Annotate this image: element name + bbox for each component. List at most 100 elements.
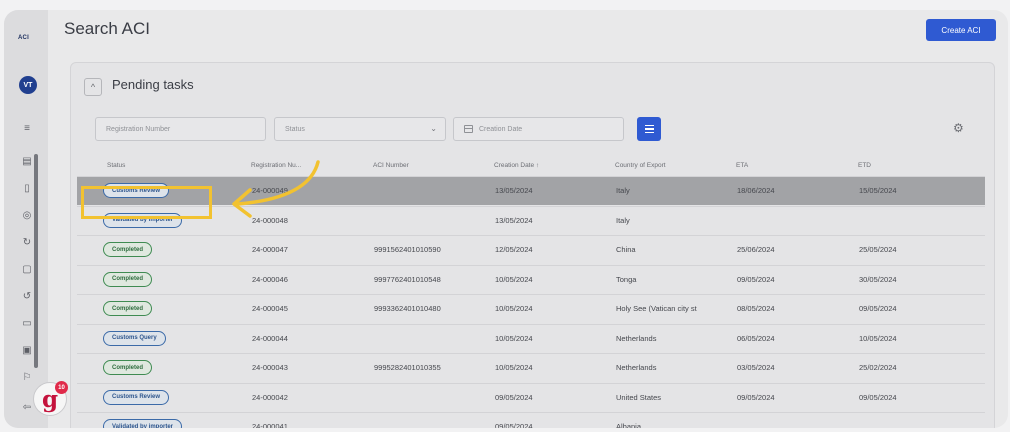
table-row[interactable]: Customs Review 24-000042 09/05/2024 United … xyxy=(77,382,985,412)
status-badge: Customs Query xyxy=(103,330,166,346)
creation-date-placeholder: Creation Date xyxy=(479,125,523,133)
cell-aci: 9993362401010480 xyxy=(374,304,441,313)
file-icon[interactable]: ▢ xyxy=(21,264,33,276)
cell-creation: 13/05/2024 xyxy=(495,186,533,195)
cell-eta: 09/05/2024 xyxy=(737,392,775,402)
cell-creation: 13/05/2024 xyxy=(495,215,533,225)
registration-number-filter[interactable]: Registration Number xyxy=(95,117,266,141)
user-avatar[interactable]: VT xyxy=(19,76,37,94)
cell-country: Netherlands xyxy=(616,333,657,343)
calendar-icon xyxy=(464,125,473,133)
document-icon[interactable]: ▯ xyxy=(21,183,33,195)
table-row[interactable]: Validated by importer 24-000041 09/05/2024… xyxy=(77,412,985,428)
cell-etd: 30/05/2024 xyxy=(859,274,897,284)
globe-icon[interactable]: ◎ xyxy=(21,210,33,222)
registration-number-placeholder: Registration Number xyxy=(106,125,171,133)
cell-reg: 24-000045 xyxy=(252,304,288,313)
create-aci-button[interactable]: Create ACI xyxy=(926,19,996,41)
cell-eta: 09/05/2024 xyxy=(737,274,775,284)
cell-creation: 10/05/2024 xyxy=(495,304,533,313)
cell-reg: 24-000042 xyxy=(252,392,288,402)
refresh-icon[interactable]: ↻ xyxy=(21,237,33,249)
cell-aci: 9995282401010355 xyxy=(374,363,441,372)
table-row[interactable]: Completed 24-000047 9991562401010590 12/05/… xyxy=(77,235,985,264)
cell-aci: 9997762401010548 xyxy=(374,274,441,284)
status-placeholder: Status xyxy=(285,125,305,133)
status-badge: Validated by importer xyxy=(103,419,183,428)
column-header-status[interactable]: Status xyxy=(107,162,125,169)
cell-country: China xyxy=(616,245,636,254)
cell-eta: 25/06/2024 xyxy=(737,245,775,254)
filter-icon xyxy=(644,124,654,127)
monitor-icon[interactable]: ▣ xyxy=(21,345,33,357)
cell-country: Holy See (Vatican city st xyxy=(616,304,697,313)
cell-eta: 06/05/2024 xyxy=(737,333,775,343)
cell-eta: 03/05/2024 xyxy=(737,363,775,372)
status-badge: Completed xyxy=(103,242,153,257)
cell-etd: 10/05/2024 xyxy=(859,333,897,343)
column-header-aci[interactable]: ACI Number xyxy=(373,162,409,169)
column-header-eta[interactable]: ETA xyxy=(736,162,748,169)
table-row[interactable]: Completed 24-000045 9993362401010480 10/05/… xyxy=(77,294,985,323)
logout-icon[interactable]: ⇦ xyxy=(21,402,33,414)
cell-creation: 10/05/2024 xyxy=(495,274,533,284)
status-filter[interactable]: Status ⌄ xyxy=(274,117,446,141)
creation-date-filter[interactable]: Creation Date xyxy=(453,117,624,141)
filter-button[interactable] xyxy=(637,117,661,141)
table-row[interactable]: Customs Review 24-000049 13/05/2024 Italy 18… xyxy=(77,176,985,205)
cell-etd: 09/05/2024 xyxy=(859,304,897,313)
sidebar: ACI VT ≡ ▤ ▯ ◎ ↻ ▢ ↺ ▭ ▣ ⚐ ⇦ g 10 xyxy=(4,10,68,428)
chat-icon[interactable]: ▭ xyxy=(21,318,33,330)
cell-etd: 09/05/2024 xyxy=(859,392,897,402)
cell-creation: 10/05/2024 xyxy=(495,363,533,372)
cell-etd: 25/02/2024 xyxy=(859,363,897,372)
cell-country: Italy xyxy=(616,215,630,225)
status-badge: Completed xyxy=(103,360,153,375)
status-badge: Completed xyxy=(103,301,153,316)
table-row[interactable]: Validated by importer 24-000048 13/05/2024… xyxy=(77,205,985,235)
cell-country: United States xyxy=(616,392,662,402)
guide-badge[interactable]: g 10 xyxy=(33,381,68,416)
cell-eta: 18/06/2024 xyxy=(737,186,775,195)
cell-country: Albania xyxy=(616,422,642,428)
sync-icon[interactable]: ↺ xyxy=(21,291,33,303)
cell-creation: 09/05/2024 xyxy=(495,422,533,428)
cell-etd: 15/05/2024 xyxy=(859,186,897,195)
guide-badge-count: 10 xyxy=(55,381,68,394)
gear-icon[interactable]: ⚙ xyxy=(953,121,964,135)
cell-eta: 08/05/2024 xyxy=(737,304,775,313)
column-header-etd[interactable]: ETD xyxy=(858,162,871,169)
menu-icon[interactable]: ≡ xyxy=(21,123,33,135)
status-badge: Completed xyxy=(103,271,153,287)
status-badge: Customs Review xyxy=(103,389,170,405)
cell-country: Italy xyxy=(616,186,630,195)
tutorial-arrow-icon xyxy=(232,160,320,218)
tutorial-highlight-box xyxy=(81,186,212,219)
document-list-icon[interactable]: ▤ xyxy=(21,156,33,168)
cell-aci: 9991562401010590 xyxy=(374,245,441,254)
app-window: ACI VT ≡ ▤ ▯ ◎ ↻ ▢ ↺ ▭ ▣ ⚐ ⇦ g 10 Search… xyxy=(4,10,1008,428)
cell-reg: 24-000047 xyxy=(252,245,288,254)
flag-icon[interactable]: ⚐ xyxy=(21,372,33,384)
section-title: Pending tasks xyxy=(112,77,194,92)
chevron-down-icon: ⌄ xyxy=(430,124,437,133)
column-header-country[interactable]: Country of Export xyxy=(615,162,666,169)
table-row[interactable]: Customs Query 24-000044 10/05/2024 Netherla… xyxy=(77,323,985,353)
pending-tasks-card: ^ Pending tasks Registration Number Stat… xyxy=(70,62,995,428)
cell-country: Tonga xyxy=(616,274,637,284)
cell-reg: 24-000043 xyxy=(252,363,288,372)
cell-reg: 24-000041 xyxy=(252,422,288,428)
sidebar-scrollbar[interactable] xyxy=(34,154,38,368)
app-logo: ACI xyxy=(18,35,29,41)
column-header-creation-date[interactable]: Creation Date ↑ xyxy=(494,162,539,169)
cell-creation: 09/05/2024 xyxy=(495,392,533,402)
cell-reg: 24-000046 xyxy=(252,274,288,284)
cell-etd: 25/05/2024 xyxy=(859,245,897,254)
table-row[interactable]: Completed 24-000043 9995282401010355 10/05/… xyxy=(77,353,985,382)
collapse-button[interactable]: ^ xyxy=(84,78,102,96)
cell-country: Netherlands xyxy=(616,363,657,372)
page-title: Search ACI xyxy=(64,19,150,38)
cell-creation: 12/05/2024 xyxy=(495,245,533,254)
table-row[interactable]: Completed 24-000046 9997762401010548 10/05/… xyxy=(77,264,985,294)
cell-reg: 24-000044 xyxy=(252,333,288,343)
